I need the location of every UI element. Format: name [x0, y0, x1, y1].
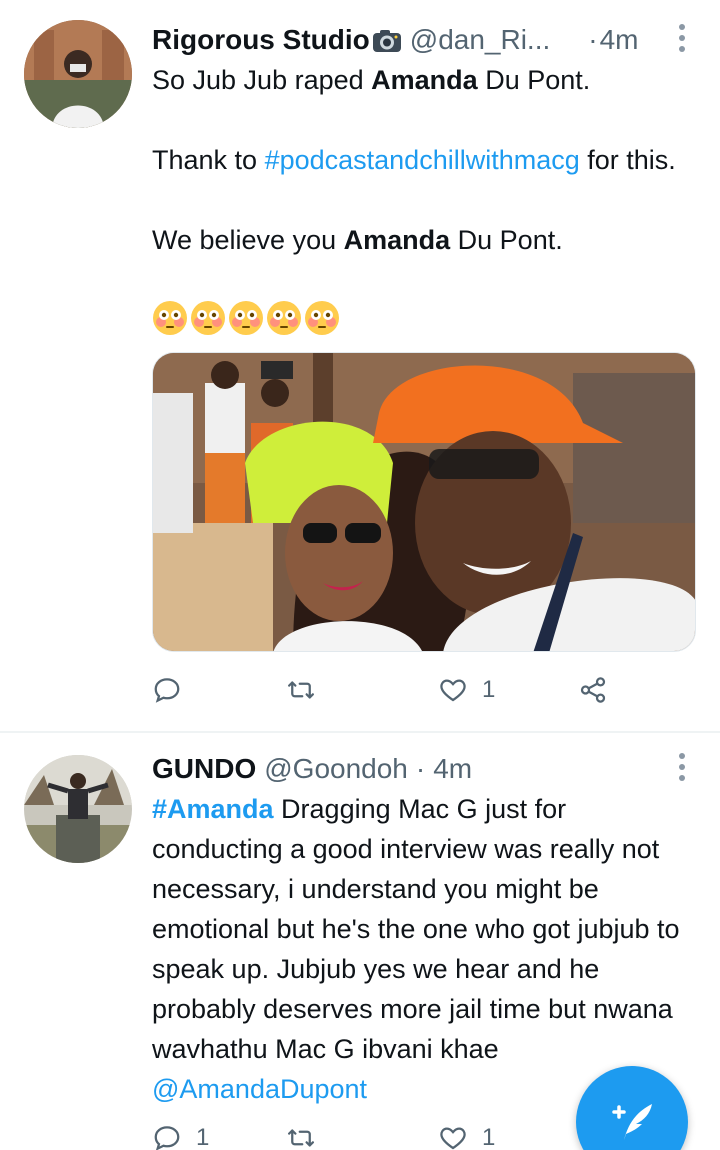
tweet-text-line: Thank to #podcastandchillwithmacg for th… — [152, 140, 696, 180]
share-button[interactable] — [578, 670, 622, 710]
text-segment: Thank to — [152, 145, 265, 175]
share-icon — [580, 677, 606, 703]
text-segment: Du Pont. — [477, 65, 591, 95]
reply-icon — [154, 678, 180, 703]
tweet-header: Rigorous Studio @dan_Ri... · 4m — [152, 20, 660, 60]
reply-button[interactable] — [152, 670, 196, 710]
tweet-photo[interactable] — [152, 352, 696, 652]
like-icon — [440, 1127, 466, 1150]
username-handle[interactable]: @Goondoh — [264, 753, 408, 785]
tweet-text-line: So Jub Jub raped Amanda Du Pont. — [152, 60, 696, 100]
more-icon[interactable] — [678, 24, 686, 54]
tweet-actions: 1 — [152, 670, 622, 710]
reply-count: 1 — [196, 1124, 210, 1150]
display-name[interactable]: GUNDO — [152, 753, 256, 785]
text-segment: Dragging Mac G just for conducting a goo… — [152, 794, 680, 1064]
like-count: 1 — [482, 1124, 496, 1150]
username-handle[interactable]: @dan_Ri... — [410, 24, 551, 56]
timestamp[interactable]: 4m — [433, 753, 472, 785]
separator-dot: · — [588, 24, 598, 55]
text-segment: We believe you — [152, 225, 344, 255]
flushed-face-icon — [153, 301, 187, 335]
tweet-text: #Amanda Dragging Mac G just for conducti… — [152, 789, 696, 1109]
camera-icon — [372, 28, 402, 52]
like-icon — [440, 679, 466, 702]
text-bold: Amanda — [343, 225, 451, 255]
hashtag-link[interactable]: #podcastandchillwithmacg — [265, 145, 580, 175]
text-segment: for this. — [579, 145, 676, 175]
flushed-face-icon — [229, 301, 263, 335]
like-button[interactable]: 1 — [438, 670, 495, 710]
retweet-icon — [288, 1129, 314, 1147]
reply-icon — [154, 1126, 180, 1150]
hashtag-link[interactable]: #Amanda — [152, 794, 274, 824]
like-button[interactable]: 1 — [438, 1118, 495, 1150]
mention-link[interactable]: @AmandaDupont — [152, 1074, 367, 1104]
reply-button[interactable]: 1 — [152, 1118, 209, 1150]
retweet-button[interactable] — [286, 670, 330, 710]
tweet-actions: 1 1 — [152, 1118, 622, 1150]
compose-icon — [612, 1104, 652, 1140]
tweet-header: GUNDO @Goondoh · 4m — [152, 749, 660, 789]
retweet-icon — [288, 681, 314, 699]
flushed-face-icon — [267, 301, 301, 335]
avatar[interactable] — [24, 755, 132, 863]
display-name[interactable]: Rigorous Studio — [152, 24, 370, 56]
like-count: 1 — [482, 676, 496, 703]
timestamp[interactable]: 4m — [600, 24, 639, 56]
text-segment: So Jub Jub raped — [152, 65, 372, 95]
emoji-row — [152, 300, 340, 340]
avatar[interactable] — [24, 20, 132, 128]
tweet-text-line: We believe you Amanda Du Pont. — [152, 220, 696, 260]
text-segment: Du Pont. — [450, 225, 563, 255]
flushed-face-icon — [305, 301, 339, 335]
retweet-button[interactable] — [286, 1118, 330, 1150]
text-bold: Amanda — [371, 65, 478, 95]
tweet[interactable]: Rigorous Studio @dan_Ri... · 4m So Jub J… — [0, 0, 720, 732]
flushed-face-icon — [191, 301, 225, 335]
more-icon[interactable] — [678, 753, 686, 783]
separator-dot: · — [415, 753, 426, 784]
